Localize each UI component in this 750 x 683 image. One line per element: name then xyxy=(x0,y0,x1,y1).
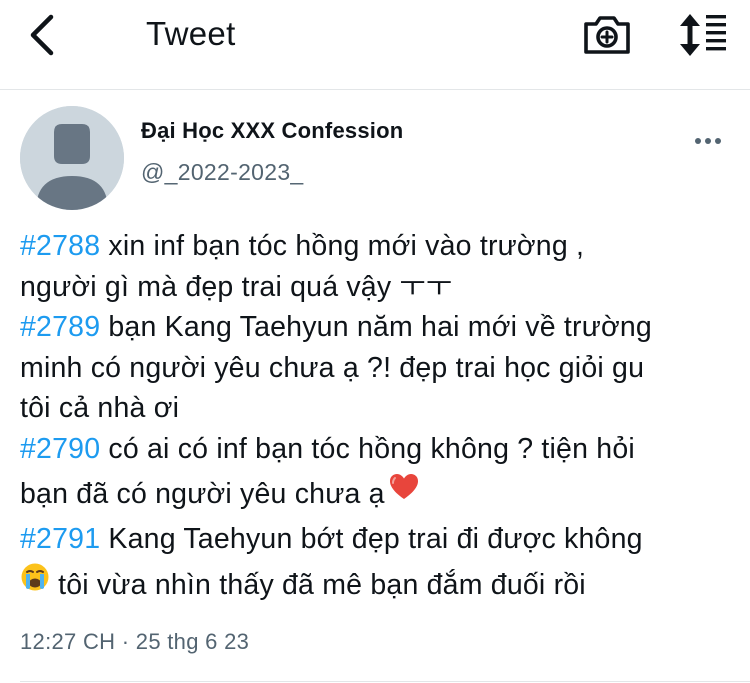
hashtag-link[interactable]: #2789 xyxy=(20,311,100,343)
line-text: tôi vừa nhìn thấy đã mê bạn đắm đuối rồi xyxy=(50,568,586,601)
page-title: Tweet xyxy=(146,15,236,52)
tweet-line: #2788 xin inf bạn tóc hồng mới vào trườn… xyxy=(20,226,748,267)
line-text: bạn đã có người yêu chưa ạ xyxy=(20,478,385,510)
line-text: tôi cả nhà ơi xyxy=(20,392,180,424)
tweet-line: minh có người yêu chưa ạ ?! đẹp trai học… xyxy=(20,348,748,389)
line-text: Kang Taehyun bớt đẹp trai đi được không xyxy=(100,523,643,555)
tweet-line: bạn đã có người yêu chưa ạ xyxy=(20,469,748,519)
author-handle[interactable]: @_2022-2023_ xyxy=(141,159,304,186)
avatar[interactable] xyxy=(20,106,124,210)
top-bar: Tweet xyxy=(0,0,750,90)
tweet-line: #2791 Kang Taehyun bớt đẹp trai đi được … xyxy=(20,519,748,560)
tweet-line: #2789 bạn Kang Taehyun năm hai mới về tr… xyxy=(20,307,748,348)
tweet-text: #2788 xin inf bạn tóc hồng mới vào trườn… xyxy=(20,226,748,610)
sort-button[interactable] xyxy=(672,8,732,62)
divider xyxy=(20,681,750,682)
chevron-left-icon xyxy=(30,14,54,56)
tweet-line: #2790 có ai có inf bạn tóc hồng không ? … xyxy=(20,429,748,470)
tweet-line: tôi cả nhà ơi xyxy=(20,388,748,429)
camera-plus-icon xyxy=(584,16,630,54)
hashtag-link[interactable]: #2788 xyxy=(20,230,100,262)
more-dots-icon xyxy=(695,138,721,144)
hashtag-link[interactable]: #2790 xyxy=(20,433,100,465)
more-options-button[interactable] xyxy=(692,129,726,153)
line-text: có ai có inf bạn tóc hồng không ? tiện h… xyxy=(100,432,635,465)
sort-toggle-icon xyxy=(680,14,726,56)
loudly-crying-face-emoji xyxy=(20,558,50,608)
tweet-card: Đại Học XXX Confession @_2022-2023_ #278… xyxy=(0,91,750,683)
line-text: minh có người yêu chưa ạ ?! đẹp trai học… xyxy=(20,351,645,384)
red-heart-emoji xyxy=(389,467,419,517)
tweet-line: tôi vừa nhìn thấy đã mê bạn đắm đuối rồi xyxy=(20,560,748,610)
line-text: người gì mà đẹp trai quá vậy ㅜㅜ xyxy=(20,270,453,303)
line-text: xin inf bạn tóc hồng mới vào trường , xyxy=(100,230,585,262)
hashtag-link[interactable]: #2791 xyxy=(20,523,100,555)
line-text: bạn Kang Taehyun năm hai mới về trường xyxy=(100,311,652,343)
tweet-timestamp[interactable]: 12:27 CH · 25 thg 6 23 xyxy=(20,629,249,655)
tweet-line: người gì mà đẹp trai quá vậy ㅜㅜ xyxy=(20,267,748,308)
default-profile-icon xyxy=(20,106,124,210)
back-button[interactable] xyxy=(18,12,68,62)
author-display-name[interactable]: Đại Học XXX Confession xyxy=(141,118,403,144)
camera-button[interactable] xyxy=(580,10,634,60)
